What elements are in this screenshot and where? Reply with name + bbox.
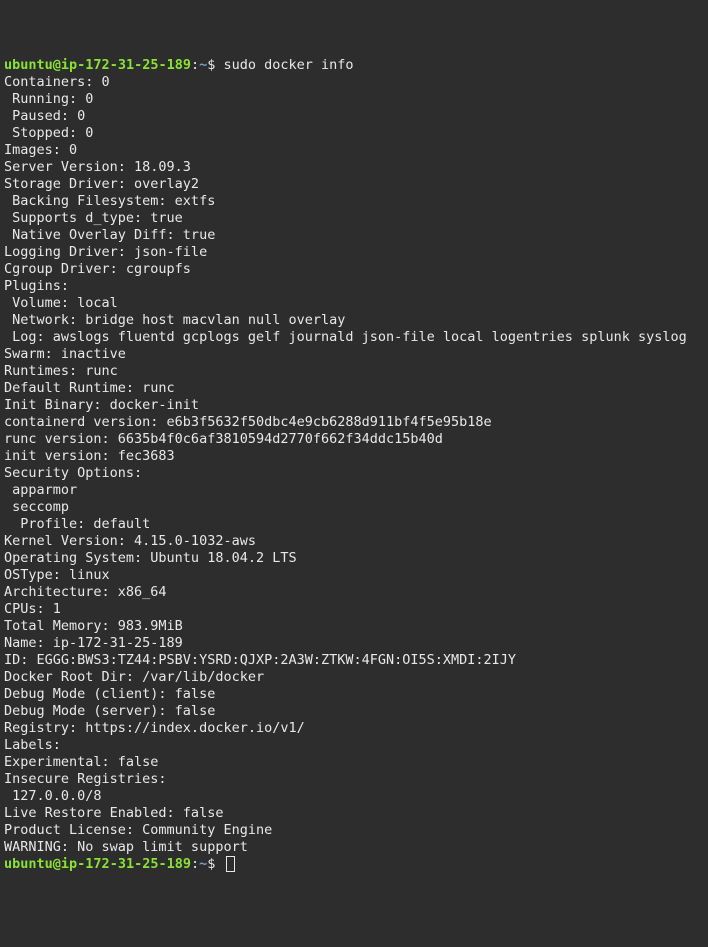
output-line: Default Runtime: runc bbox=[4, 380, 704, 397]
output-line: Registry: https://index.docker.io/v1/ bbox=[4, 720, 704, 737]
output-line: Stopped: 0 bbox=[4, 125, 704, 142]
terminal-window[interactable]: ubuntu@ip-172-31-25-189:~$ sudo docker i… bbox=[4, 57, 704, 873]
output-line: Volume: local bbox=[4, 295, 704, 312]
prompt-colon: : bbox=[191, 856, 199, 872]
output-line: Debug Mode (server): false bbox=[4, 703, 704, 720]
prompt-at: @ bbox=[53, 57, 61, 73]
output-line: Docker Root Dir: /var/lib/docker bbox=[4, 669, 704, 686]
output-line: apparmor bbox=[4, 482, 704, 499]
output-line: Experimental: false bbox=[4, 754, 704, 771]
cursor-icon bbox=[226, 856, 235, 872]
prompt-line-1: ubuntu@ip-172-31-25-189:~$ sudo docker i… bbox=[4, 57, 704, 74]
output-line: Log: awslogs fluentd gcplogs gelf journa… bbox=[4, 329, 704, 346]
prompt-dollar: $ bbox=[207, 856, 223, 872]
output-line: Server Version: 18.09.3 bbox=[4, 159, 704, 176]
output-line: Total Memory: 983.9MiB bbox=[4, 618, 704, 635]
output-line: Storage Driver: overlay2 bbox=[4, 176, 704, 193]
prompt-user: ubuntu bbox=[4, 57, 53, 73]
output-line: Native Overlay Diff: true bbox=[4, 227, 704, 244]
output-line: Security Options: bbox=[4, 465, 704, 482]
output-line: Insecure Registries: bbox=[4, 771, 704, 788]
output-line: Operating System: Ubuntu 18.04.2 LTS bbox=[4, 550, 704, 567]
prompt-dollar: $ bbox=[207, 57, 223, 73]
output-line: WARNING: No swap limit support bbox=[4, 839, 704, 856]
output-line: Images: 0 bbox=[4, 142, 704, 159]
output-line: ID: EGGG:BWS3:TZ44:PSBV:YSRD:QJXP:2A3W:Z… bbox=[4, 652, 704, 669]
output-line: Name: ip-172-31-25-189 bbox=[4, 635, 704, 652]
output-line: Cgroup Driver: cgroupfs bbox=[4, 261, 704, 278]
command-entered: sudo docker info bbox=[224, 57, 354, 73]
output-line: Backing Filesystem: extfs bbox=[4, 193, 704, 210]
output-line: runc version: 6635b4f0c6af3810594d2770f6… bbox=[4, 431, 704, 448]
output-line: Supports d_type: true bbox=[4, 210, 704, 227]
output-line: Network: bridge host macvlan null overla… bbox=[4, 312, 704, 329]
output-line: Running: 0 bbox=[4, 91, 704, 108]
output-line: 127.0.0.0/8 bbox=[4, 788, 704, 805]
output-line: seccomp bbox=[4, 499, 704, 516]
prompt-path: ~ bbox=[199, 856, 207, 872]
output-line: Plugins: bbox=[4, 278, 704, 295]
prompt-host: ip-172-31-25-189 bbox=[61, 856, 191, 872]
prompt-user: ubuntu bbox=[4, 856, 53, 872]
prompt-colon: : bbox=[191, 57, 199, 73]
output-line: Profile: default bbox=[4, 516, 704, 533]
output-line: CPUs: 1 bbox=[4, 601, 704, 618]
output-line: containerd version: e6b3f5632f50dbc4e9cb… bbox=[4, 414, 704, 431]
prompt-at: @ bbox=[53, 856, 61, 872]
command-output: Containers: 0 Running: 0 Paused: 0 Stopp… bbox=[4, 74, 704, 856]
prompt-host: ip-172-31-25-189 bbox=[61, 57, 191, 73]
output-line: Init Binary: docker-init bbox=[4, 397, 704, 414]
output-line: Logging Driver: json-file bbox=[4, 244, 704, 261]
output-line: OSType: linux bbox=[4, 567, 704, 584]
output-line: Labels: bbox=[4, 737, 704, 754]
output-line: Paused: 0 bbox=[4, 108, 704, 125]
output-line: Kernel Version: 4.15.0-1032-aws bbox=[4, 533, 704, 550]
prompt-line-2[interactable]: ubuntu@ip-172-31-25-189:~$ bbox=[4, 856, 704, 873]
output-line: Architecture: x86_64 bbox=[4, 584, 704, 601]
output-line: Product License: Community Engine bbox=[4, 822, 704, 839]
output-line: Live Restore Enabled: false bbox=[4, 805, 704, 822]
output-line: init version: fec3683 bbox=[4, 448, 704, 465]
output-line: Containers: 0 bbox=[4, 74, 704, 91]
output-line: Debug Mode (client): false bbox=[4, 686, 704, 703]
output-line: Runtimes: runc bbox=[4, 363, 704, 380]
output-line: Swarm: inactive bbox=[4, 346, 704, 363]
